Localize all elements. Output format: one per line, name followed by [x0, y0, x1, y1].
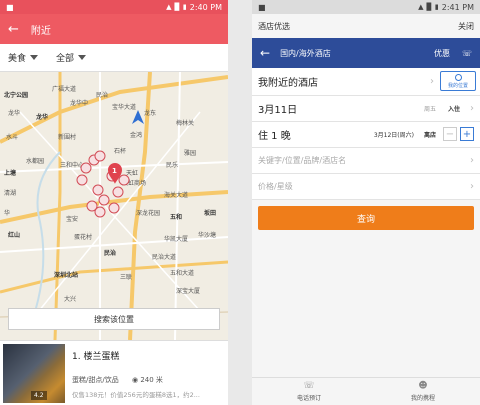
top-bar: ← 附近 列表 — [0, 14, 228, 44]
screenshot-root: ■ ▲ ▉ ▮ 2:40 PM ← 附近 列表 美食 全部 — [0, 0, 480, 405]
keyword-placeholder: 关键字/位置/品牌/酒店名 — [258, 156, 347, 165]
location-target-icon — [454, 73, 462, 81]
checkin-tag: 入住 — [447, 106, 460, 113]
person-icon: ☻ — [418, 380, 428, 391]
status-time: 2:40 PM — [189, 2, 222, 12]
my-ctrip-label: 我的携程 — [410, 394, 435, 402]
promo-link[interactable]: 优惠 — [434, 48, 450, 59]
selected-pin-number: 1 — [112, 167, 117, 175]
category-filter[interactable]: 美食 — [8, 51, 39, 64]
app-header: 酒店优选 关闭 — [252, 14, 480, 38]
arrow-left-icon[interactable]: ← — [8, 22, 19, 37]
my-location-button[interactable]: 我的位置 — [440, 71, 476, 91]
battery-icon: ▮ — [182, 2, 187, 11]
map-pins — [76, 150, 130, 218]
price-star-field[interactable]: 价格/星级 › — [252, 174, 480, 200]
hotel-search-screen: ■ ▲ ▉ ▮ 2:41 PM 酒店优选 关闭 ← 国内/海外酒店 优惠 ☏ 我… — [252, 0, 480, 405]
nights-row[interactable]: 住 1 晚 3月12日(周六) 离店 − + — [252, 122, 480, 148]
status-bar: ■ ▲ ▉ ▮ 2:41 PM — [252, 0, 480, 14]
caret-down-icon — [78, 55, 87, 60]
area-filter-label: 全部 — [56, 54, 75, 64]
listing-category: 蛋糕/甜点/饮品 — [72, 376, 119, 384]
filter-bar: 美食 全部 — [0, 44, 228, 72]
my-location-label: 我的位置 — [447, 82, 468, 89]
nearby-hotels-row[interactable]: 我附近的酒店 › 我的位置 — [252, 68, 480, 96]
page-title: 附近 — [30, 25, 51, 37]
rating-badge: 4.2 — [31, 391, 47, 400]
decrement-button[interactable]: − — [443, 127, 457, 141]
phone-icon: ☏ — [303, 380, 315, 391]
area-filter[interactable]: 全部 — [56, 51, 87, 64]
tab-domestic-overseas[interactable]: 国内/海外酒店 — [280, 48, 434, 59]
chevron-right-icon: › — [470, 103, 474, 114]
chevron-right-icon: › — [470, 181, 474, 192]
nights-label: 住 1 晚 — [258, 131, 291, 142]
wifi-icon: ▲ — [166, 2, 172, 11]
my-ctrip-button[interactable]: ☻ 我的携程 — [366, 378, 480, 405]
wifi-icon: ▲ — [418, 2, 424, 11]
battery-icon: ▮ — [434, 2, 439, 11]
close-button[interactable]: 关闭 — [458, 21, 474, 32]
signal-icon: ▉ — [426, 2, 432, 11]
category-filter-label: 美食 — [8, 54, 27, 64]
nearby-hotels-label: 我附近的酒店 — [258, 78, 318, 89]
increment-button[interactable]: + — [460, 127, 474, 141]
signal-icon: ▉ — [174, 2, 180, 11]
location-pin-icon: ◉ — [132, 376, 139, 384]
keyword-field[interactable]: 关键字/位置/品牌/酒店名 › — [252, 148, 480, 174]
phone-booking-button[interactable]: ☏ 电话预订 — [252, 378, 366, 405]
arrow-left-icon[interactable]: ← — [260, 46, 270, 60]
search-this-area-button[interactable]: 搜索该位置 — [8, 308, 220, 330]
checkin-weekday: 周五 — [423, 106, 436, 113]
checkin-date: 3月11日 — [258, 105, 298, 116]
listing-description: 仅售138元！价值256元的蛋糕8选1，约2... — [72, 391, 200, 399]
chevron-right-icon: › — [430, 76, 434, 87]
nearby-screen: ■ ▲ ▉ ▮ 2:40 PM ← 附近 列表 美食 全部 — [0, 0, 228, 405]
checkout-date: 3月12日(周六) — [373, 132, 414, 139]
price-star-placeholder: 价格/星级 — [258, 182, 293, 191]
notification-icon: ■ — [258, 2, 266, 12]
distance-value: 240 米 — [140, 376, 163, 384]
listing-distance: ◉ 240 米 — [132, 375, 163, 385]
status-time: 2:41 PM — [441, 2, 474, 12]
listing-title: 1. 楼兰蛋糕 — [72, 352, 120, 362]
food-thumbnail: 4.2 — [3, 344, 65, 403]
status-bar: ■ ▲ ▉ ▮ 2:40 PM — [0, 0, 228, 14]
phone-icon[interactable]: ☏ — [462, 49, 472, 58]
phone-booking-label: 电话预订 — [296, 394, 321, 402]
bottom-bar: ☏ 电话预订 ☻ 我的携程 — [252, 377, 480, 405]
chevron-right-icon: › — [470, 155, 474, 166]
hotel-nav-bar: ← 国内/海外酒店 优惠 ☏ — [252, 38, 480, 68]
app-title: 酒店优选 — [258, 21, 290, 31]
notification-icon: ■ — [6, 2, 14, 12]
nights-stepper: − + — [443, 127, 474, 141]
search-button[interactable]: 查询 — [258, 206, 474, 230]
checkout-tag: 离店 — [423, 132, 436, 139]
map-view[interactable]: 北宁公园 广福大道 龙华 龙华中 龙华 民治 宝华大道 龙东 梅林关 水斗 新围… — [0, 72, 228, 340]
checkin-row[interactable]: 3月11日 周五 入住 › — [252, 96, 480, 122]
list-item[interactable]: 4.2 1. 楼兰蛋糕 蛋糕/甜点/饮品 ◉ 240 米 仅售138元！价值25… — [0, 340, 228, 405]
caret-down-icon — [30, 55, 39, 60]
